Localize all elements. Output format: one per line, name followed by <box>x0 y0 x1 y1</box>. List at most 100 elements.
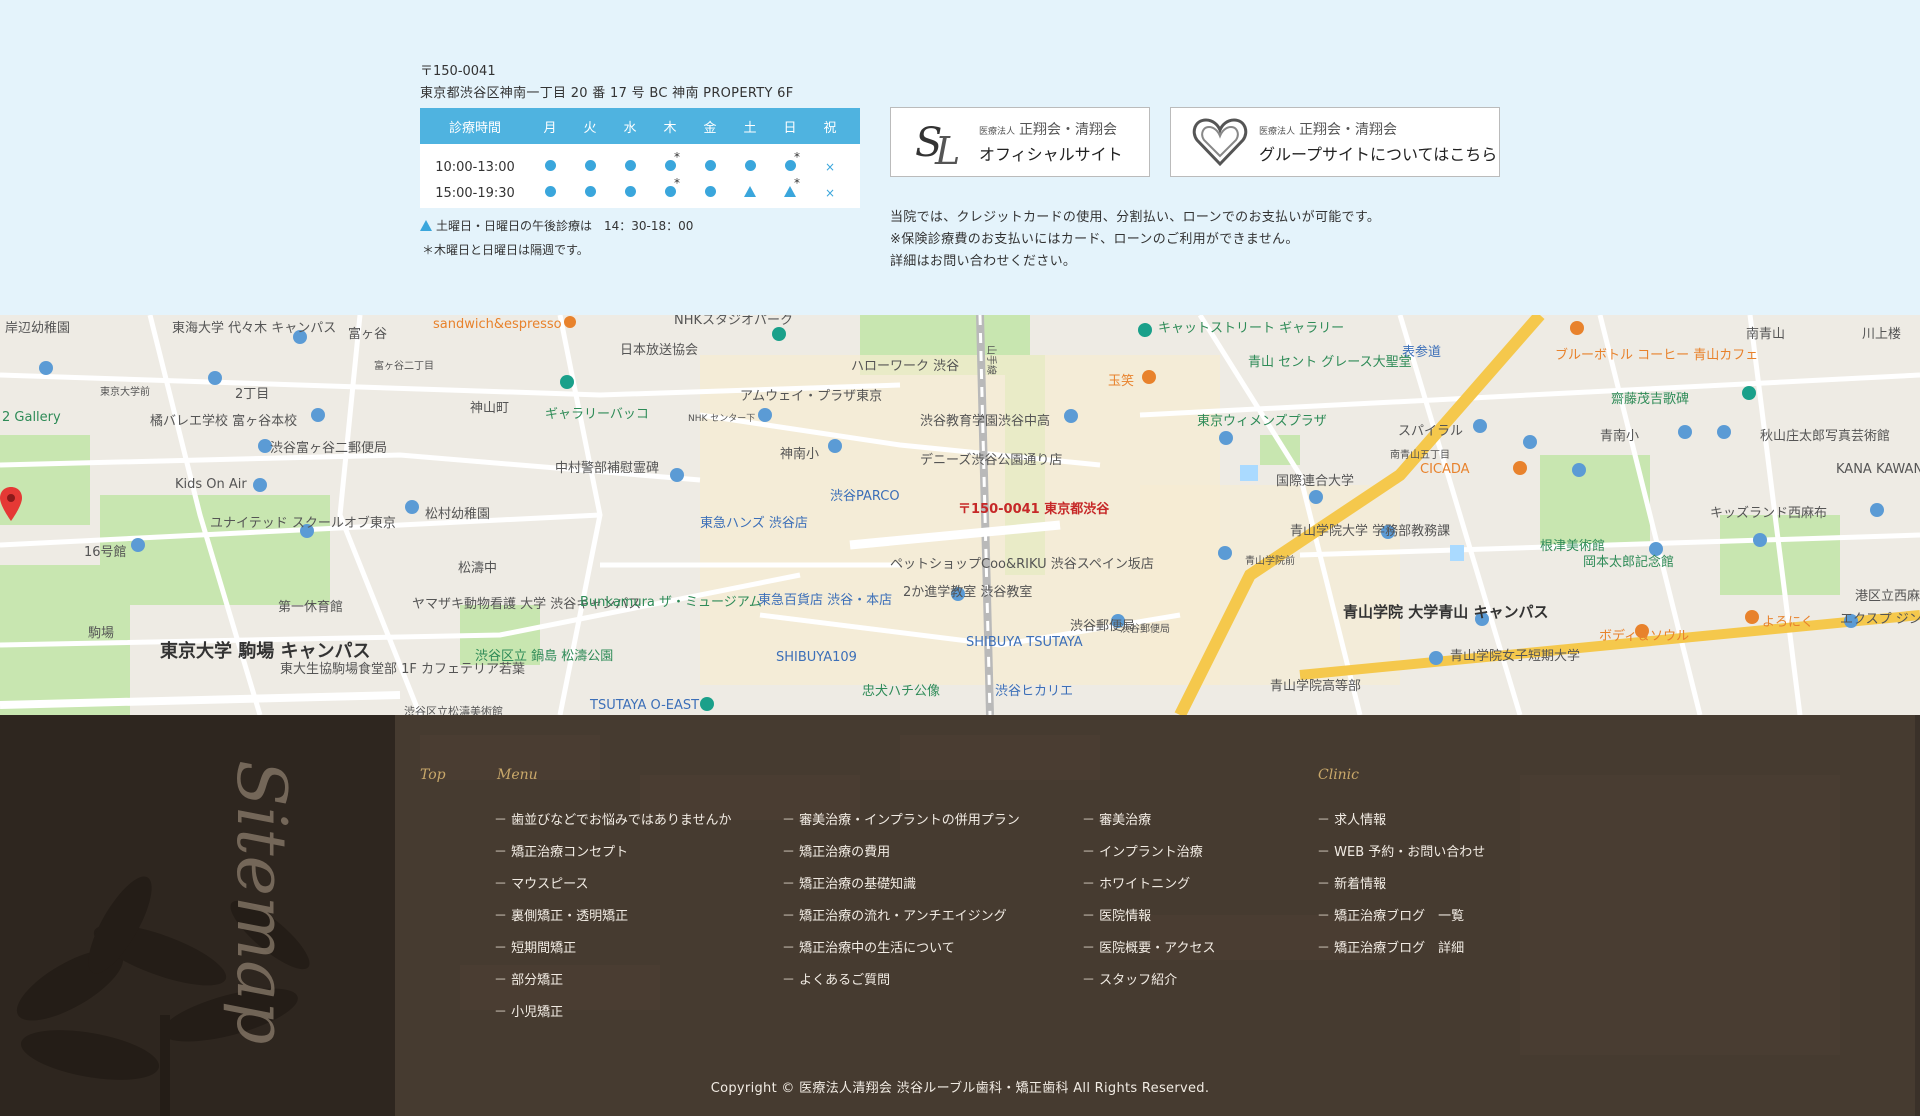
menu-column-1: 歯並びなどでお悩みではありませんか 矯正治療コンセプト マウスピース 裏側矯正・… <box>494 805 732 1029</box>
map-label: 第一休育館 <box>278 600 344 615</box>
map-label: 神山町 <box>470 401 510 416</box>
footer-menu-link[interactable]: マウスピース <box>494 869 732 901</box>
wall-doorway <box>1520 775 1840 1055</box>
map-label: 青山学院 大学青山 キャンパス <box>1343 603 1549 621</box>
day-fri: 金 <box>703 120 717 136</box>
footer-menu-link[interactable]: よくあるご質問 <box>782 965 1020 997</box>
official-site-button[interactable]: S L 医療法人 正翔会・清翔会 オフィシャルサイト <box>890 107 1150 177</box>
footer-top-link[interactable]: Top <box>420 767 446 783</box>
map-label: 東京ウィメンズプラザ <box>1197 414 1327 429</box>
schedule-cell <box>690 185 730 201</box>
closed-cross-icon: × <box>824 159 836 174</box>
open-circle-icon <box>584 159 596 171</box>
wall-brick <box>900 735 1100 780</box>
footer-clinic-link[interactable]: 新着情報 <box>1317 869 1485 901</box>
footer-menu-link[interactable]: 矯正治療の基礎知識 <box>782 869 1020 901</box>
day-sun: 日 <box>783 120 797 136</box>
day-tue: 火 <box>583 120 597 136</box>
map-label: 青山学院前 <box>1245 556 1295 567</box>
map-pin-icon[interactable] <box>0 487 22 521</box>
map-label: 南青山 <box>1746 327 1786 342</box>
menu-column-3: 審美治療 インプラント治療 ホワイトニング 医院情報 医院概要・アクセス スタッ… <box>1082 805 1216 997</box>
open-circle-icon <box>704 185 716 197</box>
schedule-cell <box>730 185 770 201</box>
footer-menu-heading: Menu <box>497 767 538 783</box>
map-label: 富ヶ谷二丁目 <box>374 361 434 372</box>
map-label: 渋谷富ヶ谷二郵便局 <box>270 441 388 456</box>
map-label: ブルーボトル コーヒー 青山カフェ <box>1555 348 1759 363</box>
map-label: 渋谷教育学園渋谷中高 <box>920 414 1051 429</box>
group-site-label: グループサイトについてはこちら <box>1259 145 1498 164</box>
map-label: ハローワーク 渋谷 <box>851 359 960 374</box>
hours-time: 10:00-13:00 <box>435 159 515 175</box>
hours-header-label: 診療時間 <box>448 120 501 136</box>
map-label: 秋山庄太郎写真芸術館 <box>1760 429 1891 444</box>
map-label: 2 Gallery <box>2 410 61 425</box>
map-pin-label: 〒150-0041 東京都渋谷 <box>958 502 1110 517</box>
footer-menu-link[interactable]: 医院情報 <box>1082 901 1216 933</box>
asterisk-mark: * <box>674 149 680 164</box>
map-label: 青南小 <box>1600 429 1640 444</box>
schedule-cell <box>570 185 610 201</box>
map-label: 渋谷郵便局 <box>1120 624 1170 635</box>
open-circle-icon <box>624 185 636 197</box>
footer-menu-link[interactable]: 医院概要・アクセス <box>1082 933 1215 965</box>
schedule-cell <box>610 159 650 175</box>
map-label: sandwich&espresso <box>433 317 562 332</box>
map-label: デニーズ渋谷公園通り店 <box>920 453 1063 468</box>
schedule-cell: × <box>810 186 850 201</box>
map-label: SHIBUYA TSUTAYA <box>966 635 1083 650</box>
footer-clinic-link[interactable]: 求人情報 <box>1317 805 1485 837</box>
footer-menu-link[interactable]: 部分矯正 <box>494 965 732 997</box>
schedule-cell <box>570 159 610 175</box>
footer-clinic-link[interactable]: 矯正治療ブログ 詳細 <box>1317 933 1485 965</box>
footer-menu-link[interactable]: 歯並びなどでお悩みではありませんか <box>494 805 731 837</box>
hours-table: 診療時間 月 火 水 木 金 土 日 祝 10:00-13:00 * * × 15:… <box>420 108 860 208</box>
open-circle-icon <box>744 159 756 171</box>
footer-menu-link[interactable]: 短期間矯正 <box>494 933 732 965</box>
payment-note-1: 当院では、クレジットカードの使用、分割払い、ローンでのお支払いが可能です。 <box>890 210 1381 225</box>
schedule-cell <box>530 185 570 201</box>
map-label: 橘バレエ学校 富ヶ谷本校 <box>150 414 298 429</box>
map-label: CICADA <box>1420 462 1470 477</box>
postal-code: 〒150-0041 <box>420 64 496 79</box>
map-label: 青山学院高等部 <box>1270 679 1362 694</box>
footer-menu-link[interactable]: 小児矯正 <box>494 997 732 1029</box>
map-label: 駒場 <box>88 626 115 641</box>
footer-menu-link[interactable]: インプラント治療 <box>1082 837 1216 869</box>
schedule-cell: * <box>650 150 690 175</box>
footer-sitemap: Sitemap Top Menu Clinic 歯並びなどでお悩みではありません… <box>0 715 1920 1116</box>
open-circle-icon <box>584 185 596 197</box>
map-label: 渋谷区立松濤美術館 <box>404 705 503 715</box>
open-circle-icon <box>624 159 636 171</box>
footer-menu-link[interactable]: 矯正治療コンセプト <box>494 837 732 869</box>
map-label: エクスプ ジント <box>1840 612 1920 627</box>
footer-clinic-link[interactable]: WEB 予約・お問い合わせ <box>1317 837 1485 869</box>
footer-menu-link[interactable]: 矯正治療中の生活について <box>782 933 1020 965</box>
group-site-button[interactable]: 医療法人 正翔会・清翔会 グループサイトについてはこちら <box>1170 107 1500 177</box>
map-label: Bunkamura ザ・ミュージアム <box>580 595 762 610</box>
map-label: 日本放送協会 <box>620 343 699 358</box>
hours-note-triangle-text: 土曜日・日曜日の午後診療は 14：30-18：00 <box>436 219 694 233</box>
footer-menu-link[interactable]: スタッフ紹介 <box>1082 965 1216 997</box>
map-label: アムウェイ・プラザ東京 <box>740 389 883 404</box>
google-map[interactable]: 岸辺幼稚園 東海大学 代々木 キャンパス 富ヶ谷 sandwich&espres… <box>0 315 1920 715</box>
footer-menu-link[interactable]: 矯正治療の流れ・アンチエイジング <box>782 901 1020 933</box>
map-label: 渋谷PARCO <box>830 489 900 504</box>
footer-menu-link[interactable]: 矯正治療の費用 <box>782 837 1020 869</box>
map-label: 東急百貨店 渋谷・本店 <box>758 593 893 608</box>
map-label: 玉笑 <box>1108 374 1135 389</box>
footer-menu-link[interactable]: 審美治療・インプラントの併用プラン <box>782 805 1020 837</box>
map-label: NHK センター下 <box>688 414 756 424</box>
footer-clinic-link[interactable]: 矯正治療ブログ 一覧 <box>1317 901 1485 933</box>
map-label: 岸辺幼稚園 <box>5 321 71 336</box>
day-holiday: 祝 <box>823 120 837 136</box>
menu-column-2: 審美治療・インプラントの併用プラン 矯正治療の費用 矯正治療の基礎知識 矯正治療… <box>782 805 1020 997</box>
footer-menu-link[interactable]: 審美治療 <box>1082 805 1216 837</box>
schedule-cell: * <box>770 176 810 201</box>
footer-menu-link[interactable]: ホワイトニング <box>1082 869 1216 901</box>
schedule-cell: * <box>770 150 810 175</box>
footer-menu-link[interactable]: 裏側矯正・透明矯正 <box>494 901 732 933</box>
hours-row-afternoon: 15:00-19:30 * * × <box>420 176 860 206</box>
map-label: 2丁目 <box>235 387 270 402</box>
